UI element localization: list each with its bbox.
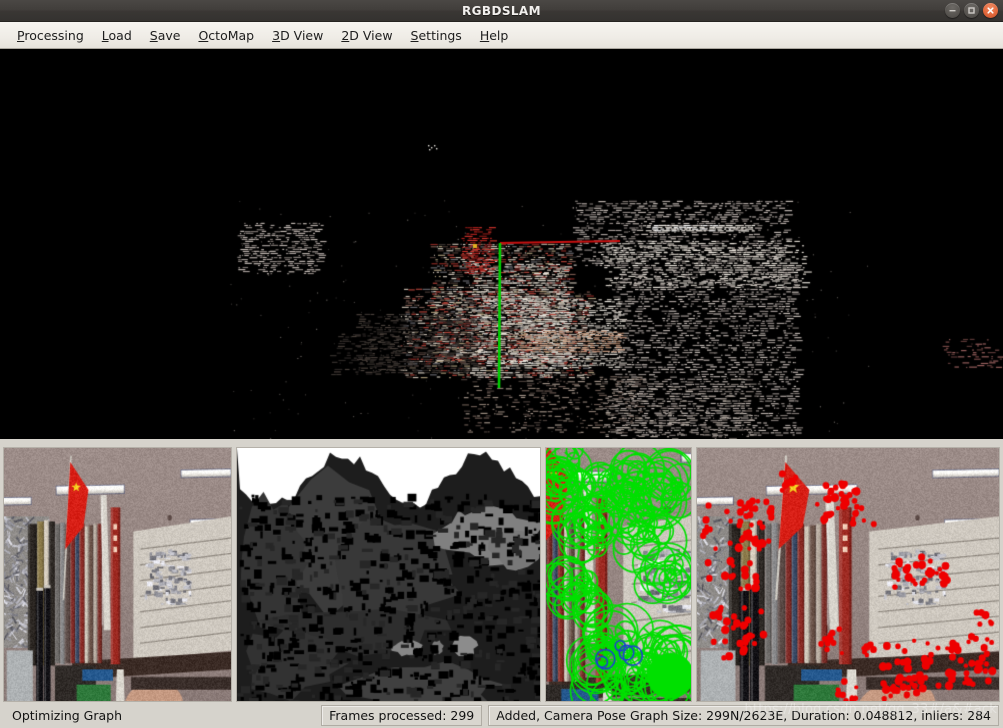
rgbdslam-window: RGBDSLAM Processing Load Save OctoMap 3D Vie… [0, 0, 1003, 728]
close-button[interactable] [983, 3, 998, 18]
menu-item-save[interactable]: Save [141, 25, 190, 46]
rgb-image-canvas [4, 448, 231, 701]
point-cloud-canvas[interactable] [0, 49, 1003, 439]
depth-image-panel[interactable] [236, 447, 541, 702]
rgb-image-panel[interactable] [3, 447, 232, 702]
minimize-button[interactable] [945, 3, 960, 18]
window-controls [945, 0, 998, 21]
menu-item-3d-view[interactable]: 3D View [263, 25, 332, 46]
menu-item-settings[interactable]: Settings [402, 25, 471, 46]
close-icon [987, 7, 994, 14]
menu-item-help[interactable]: Help [471, 25, 518, 46]
menu-item-load[interactable]: Load [93, 25, 141, 46]
menu-item-octomap[interactable]: OctoMap [189, 25, 263, 46]
feature-image-panel[interactable] [545, 447, 692, 702]
image-panel-strip [0, 439, 1003, 702]
menu-item-processing[interactable]: Processing [8, 25, 93, 46]
maximize-button[interactable] [964, 3, 979, 18]
status-message: Optimizing Graph [12, 707, 123, 723]
title-bar: RGBDSLAM [0, 0, 1003, 22]
frames-processed-field: Frames processed: 299 [321, 704, 483, 726]
inlier-image-canvas [697, 448, 999, 701]
depth-image-canvas [237, 448, 540, 701]
menu-bar: Processing Load Save OctoMap 3D View 2D View S… [0, 22, 1003, 49]
point-cloud-3d-view[interactable] [0, 49, 1003, 439]
window-title: RGBDSLAM [462, 3, 541, 18]
feature-image-canvas [546, 448, 691, 701]
status-bar: Optimizing Graph Frames processed: 299 A… [0, 702, 1003, 728]
maximize-icon [968, 7, 975, 14]
menu-item-2d-view[interactable]: 2D View [332, 25, 401, 46]
pose-graph-field: Added, Camera Pose Graph Size: 299N/2623… [488, 704, 999, 726]
minimize-icon [949, 10, 956, 12]
inlier-image-panel[interactable] [696, 447, 1000, 702]
